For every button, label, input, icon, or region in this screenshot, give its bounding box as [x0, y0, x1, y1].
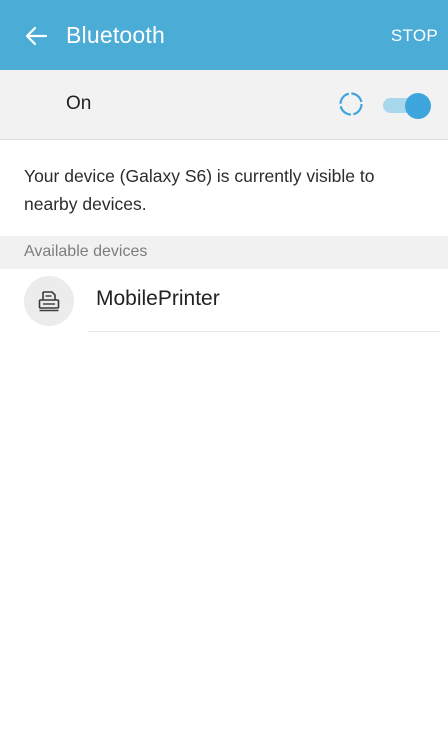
- device-name: MobilePrinter: [96, 287, 220, 310]
- back-button[interactable]: [20, 20, 52, 52]
- section-header-label: Available devices: [24, 243, 148, 260]
- toggle-thumb: [405, 93, 431, 119]
- device-icon-badge: [24, 276, 74, 326]
- stop-button[interactable]: STOP: [391, 26, 438, 46]
- list-divider: [88, 331, 440, 332]
- page-title: Bluetooth: [66, 22, 165, 48]
- available-devices-header: Available devices: [0, 236, 448, 269]
- visibility-message: Your device (Galaxy S6) is currently vis…: [24, 166, 375, 214]
- arrow-left-icon: [25, 26, 48, 46]
- app-bar: Bluetooth STOP: [0, 0, 448, 70]
- bluetooth-toggle[interactable]: [381, 91, 433, 119]
- scanning-spinner-icon: [339, 92, 363, 116]
- master-switch-label: On: [66, 93, 92, 114]
- bluetooth-master-switch-row[interactable]: On: [0, 70, 448, 140]
- device-item-mobileprinter[interactable]: MobilePrinter: [0, 269, 448, 332]
- printer-icon: [38, 291, 60, 312]
